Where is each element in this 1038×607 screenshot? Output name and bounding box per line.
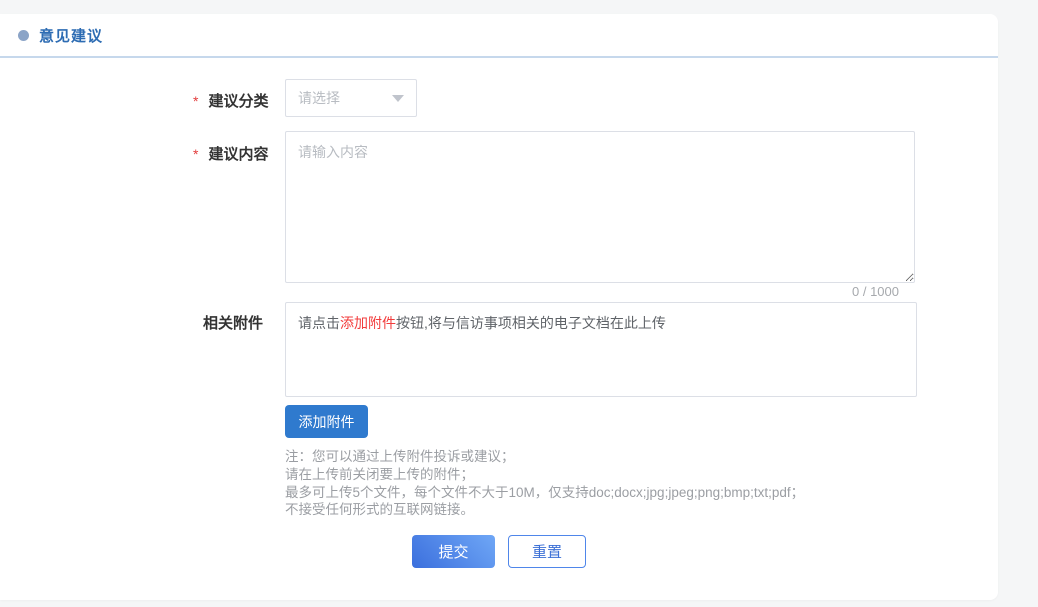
category-row: * 建议分类 请选择 — [193, 79, 998, 117]
suggestion-form: *建议分类 请选择 *建议内容 0 / 1000 相关附件 请点击添加附件按钮 — [0, 58, 998, 519]
upload-notes: 注：您可以通过上传附件投诉或建议； 请在上传前关闭要上传的附件； 最多可上传5个… — [285, 448, 917, 519]
attachment-hint-highlight: 添加附件 — [340, 315, 396, 331]
section-dot-icon — [18, 30, 29, 41]
add-attachment-button[interactable]: 添加附件 — [285, 405, 368, 438]
attachment-label: 相关附件 — [193, 302, 285, 519]
upload-note-line: 注：您可以通过上传附件投诉或建议； — [285, 448, 917, 466]
upload-note-line: 请在上传前关闭要上传的附件； — [285, 466, 917, 484]
content-label: * 建议内容 — [193, 131, 285, 300]
page-title: 意见建议 — [39, 25, 103, 46]
attachment-hint-prefix: 请点击 — [298, 315, 340, 331]
content-label-text: 建议内容 — [208, 146, 268, 163]
attachment-label-text: 相关附件 — [203, 315, 263, 332]
attachment-field-wrap: 请点击添加附件按钮,将与信访事项相关的电子文档在此上传 添加附件 注：您可以通过… — [285, 302, 917, 519]
attachment-hint-suffix: 按钮,将与信访事项相关的电子文档在此上传 — [396, 315, 666, 331]
required-asterisk: * — [193, 146, 198, 162]
chevron-down-icon — [392, 95, 404, 102]
form-actions: 提交 重置 — [0, 535, 998, 568]
char-counter: 0 / 1000 — [285, 283, 915, 300]
attachment-row: 相关附件 请点击添加附件按钮,将与信访事项相关的电子文档在此上传 添加附件 注：… — [193, 302, 998, 519]
category-label: * 建议分类 — [193, 79, 285, 117]
submit-button[interactable]: 提交 — [412, 535, 495, 568]
attachment-drop-area: 请点击添加附件按钮,将与信访事项相关的电子文档在此上传 — [285, 302, 917, 397]
required-asterisk: * — [193, 93, 198, 109]
section-header: 意见建议 — [0, 14, 998, 58]
upload-note-line: 最多可上传5个文件，每个文件不大于10M，仅支持doc;docx;jpg;jpe… — [285, 484, 917, 502]
upload-note-line: 不接受任何形式的互联网链接。 — [285, 501, 917, 519]
category-label-text: 建议分类 — [208, 93, 268, 110]
content-panel: 意见建议 * 建议分类 请选择 * 建议内容 0 / 1000 相关附件 — [0, 14, 998, 600]
reset-button[interactable]: 重置 — [508, 535, 586, 568]
content-textarea[interactable] — [285, 131, 915, 283]
category-select-value: 请选择 — [298, 88, 392, 108]
category-select[interactable]: 请选择 — [285, 79, 417, 117]
content-row: * 建议内容 0 / 1000 — [193, 131, 998, 300]
content-field-wrap: 0 / 1000 — [285, 131, 915, 300]
